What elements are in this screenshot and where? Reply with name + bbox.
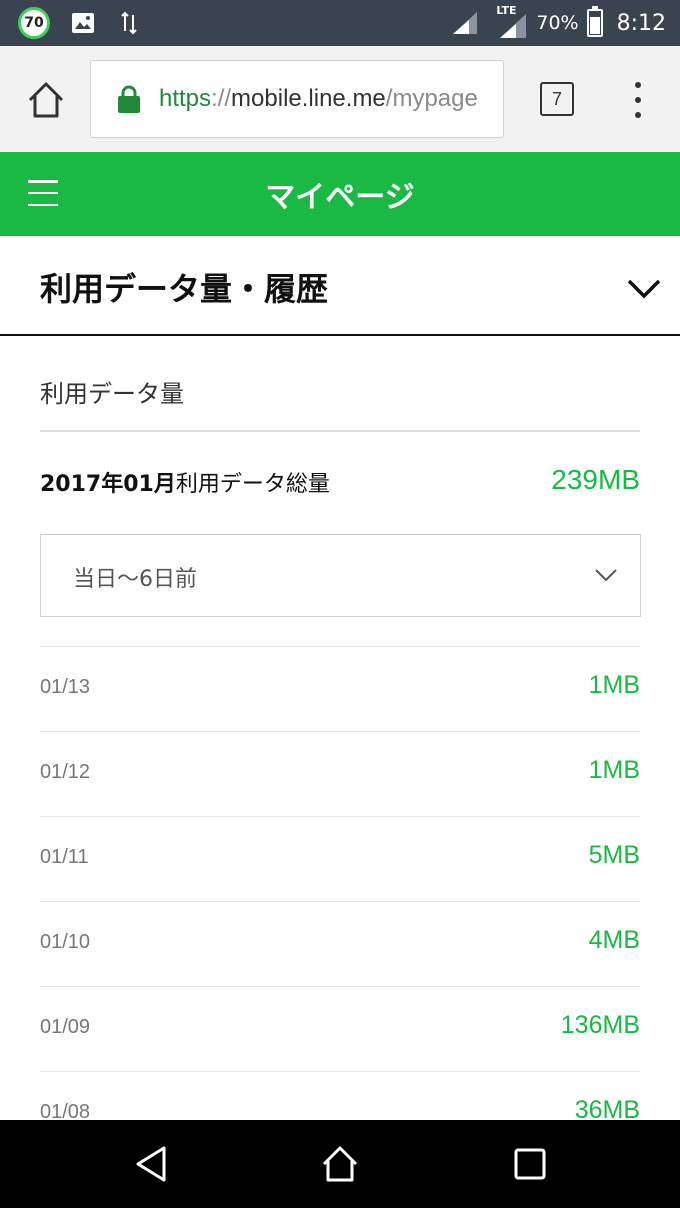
url-separator: :// — [211, 85, 232, 112]
total-period: 2017年01月 — [40, 472, 176, 497]
data-transfer-icon — [116, 10, 142, 36]
url-text: https://mobile.line.me/mypage — [159, 85, 478, 113]
url-path: /mypage — [385, 85, 478, 112]
range-select[interactable]: 当日〜6日前 — [40, 534, 641, 617]
usage-row: 01/11 5MB — [40, 816, 640, 901]
section-header[interactable]: 利用データ量・履歴 — [0, 236, 680, 336]
lock-icon — [117, 84, 141, 114]
usage-subheading: 利用データ量 — [40, 380, 184, 408]
lte-signal-icon: LTE — [488, 4, 528, 40]
total-usage-value: 239MB — [551, 464, 640, 495]
total-usage-label: 2017年01月利用データ総量 — [40, 466, 330, 498]
home-icon[interactable] — [320, 1144, 360, 1184]
back-icon[interactable] — [132, 1144, 172, 1184]
section-title: 利用データ量・履歴 — [40, 270, 329, 308]
usage-row: 01/10 4MB — [40, 901, 640, 986]
status-bar: 70 LTE 70% 8:12 — [0, 0, 680, 46]
range-select-value: 当日〜6日前 — [73, 567, 197, 592]
usage-row: 01/13 1MB — [40, 646, 640, 731]
signal-strength-icon — [450, 6, 480, 40]
usage-date: 01/10 — [40, 931, 91, 953]
browser-home-icon[interactable] — [24, 78, 68, 122]
url-host: mobile.line.me — [231, 85, 386, 112]
usage-value: 1MB — [588, 756, 640, 784]
divider — [40, 430, 640, 432]
battery-icon — [586, 6, 603, 37]
usage-row: 01/09 136MB — [40, 986, 640, 1071]
usage-row: 01/12 1MB — [40, 731, 640, 816]
tab-switcher-button[interactable]: 7 — [540, 82, 574, 116]
usage-value: 136MB — [560, 1011, 640, 1039]
system-nav-bar — [0, 1120, 680, 1208]
chevron-down-icon[interactable] — [626, 278, 662, 300]
usage-value: 1MB — [588, 671, 640, 699]
clock: 8:12 — [616, 10, 666, 36]
usage-date: 01/11 — [40, 846, 89, 868]
battery-saver-badge: 70 — [18, 7, 50, 39]
browser-toolbar: https://mobile.line.me/mypage 7 — [0, 46, 680, 152]
chevron-down-icon — [594, 567, 618, 583]
browser-menu-icon[interactable] — [628, 80, 648, 120]
app-header: マイページ — [0, 152, 680, 236]
usage-value: 4MB — [588, 926, 640, 954]
address-bar[interactable]: https://mobile.line.me/mypage — [90, 60, 504, 138]
total-label-text: 利用データ総量 — [175, 472, 330, 497]
usage-date: 01/13 — [40, 676, 91, 698]
battery-percent: 70% — [536, 12, 579, 34]
image-icon — [70, 10, 96, 36]
usage-date: 01/09 — [40, 1016, 91, 1038]
page-title: マイページ — [265, 180, 415, 215]
usage-date: 01/12 — [40, 761, 91, 783]
url-scheme: https — [159, 85, 212, 112]
usage-value: 5MB — [588, 841, 640, 869]
recents-icon[interactable] — [510, 1144, 550, 1184]
